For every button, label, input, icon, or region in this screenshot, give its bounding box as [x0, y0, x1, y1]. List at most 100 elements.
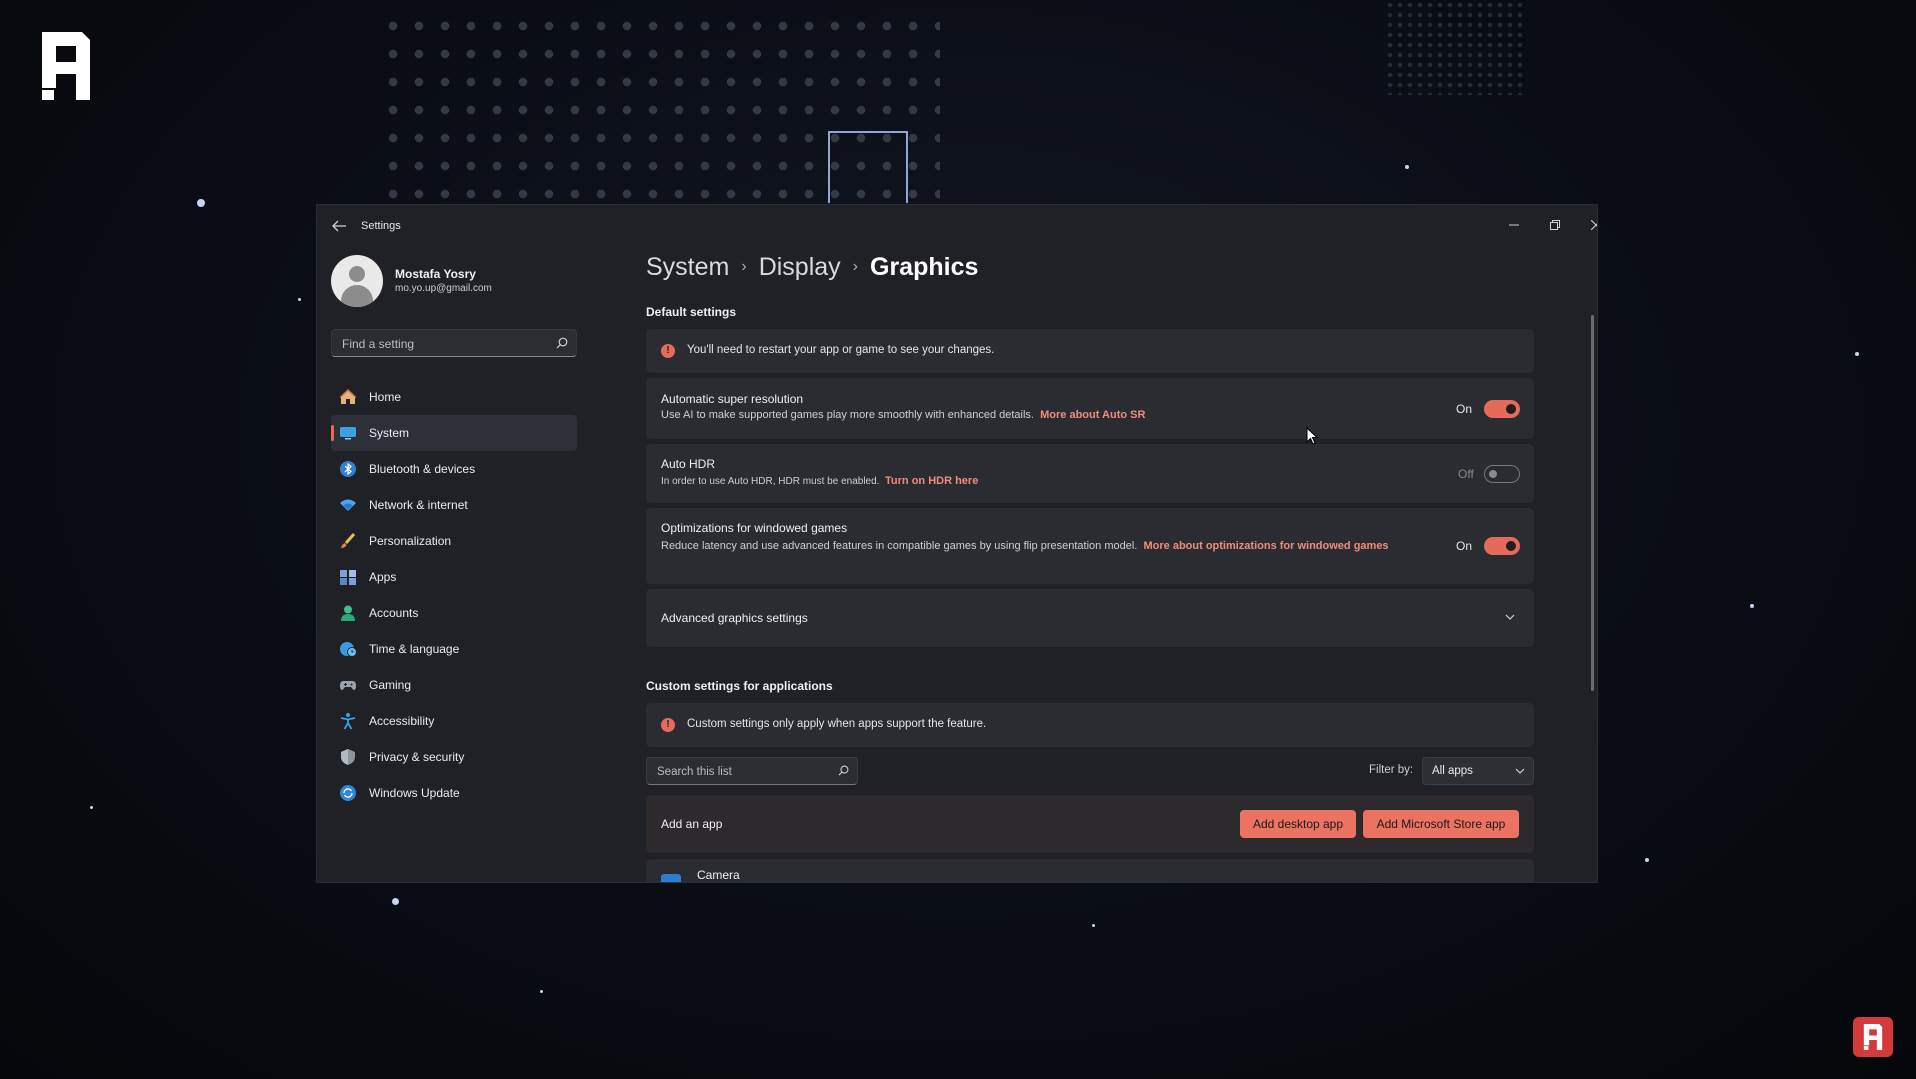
- shield-icon: [341, 749, 355, 765]
- windowed-games-state: On: [1456, 539, 1473, 553]
- restart-notice-text: You'll need to restart your app or game …: [687, 344, 995, 356]
- filter-value: All apps: [1432, 765, 1473, 777]
- auto-sr-title: Automatic super resolution: [661, 392, 804, 406]
- app-list-search-input[interactable]: [655, 763, 829, 781]
- windowed-games-toggle[interactable]: [1484, 537, 1520, 555]
- sidebar-item-label: Gaming: [369, 678, 412, 692]
- sidebar-item-privacy-security[interactable]: Privacy & security: [331, 739, 577, 775]
- breadcrumb-display[interactable]: Display: [759, 253, 841, 281]
- minimize-button[interactable]: [1494, 213, 1534, 239]
- accessibility-icon: [340, 713, 356, 730]
- windowed-games-title: Optimizations for windowed games: [661, 521, 848, 535]
- background-star: [1855, 352, 1859, 356]
- sidebar-item-windows-update[interactable]: Windows Update: [331, 775, 577, 811]
- auto-sr-toggle[interactable]: [1484, 400, 1520, 418]
- app-name: Camera: [697, 868, 740, 882]
- sidebar-item-accessibility[interactable]: Accessibility: [331, 703, 577, 739]
- sidebar-item-label: Windows Update: [369, 786, 460, 800]
- restore-icon: [1550, 220, 1560, 230]
- background-star: [392, 898, 399, 905]
- user-name: Mostafa Yosry: [395, 267, 476, 281]
- custom-settings-heading: Custom settings for applications: [646, 679, 833, 693]
- apps-icon: [340, 570, 356, 585]
- close-button[interactable]: [1576, 213, 1597, 239]
- arrow-left-icon: [332, 220, 346, 232]
- filter-dropdown[interactable]: All apps: [1422, 757, 1534, 785]
- title-bar: Settings: [317, 205, 1597, 247]
- auto-hdr-title: Auto HDR: [661, 457, 716, 471]
- brand-logo-icon: [1863, 1024, 1883, 1050]
- restore-button[interactable]: [1535, 213, 1575, 239]
- sidebar-item-gaming[interactable]: Gaming: [331, 667, 577, 703]
- update-icon: [340, 785, 356, 801]
- chevron-right-icon: ›: [741, 258, 747, 275]
- windowed-games-description: Reduce latency and use advanced features…: [661, 540, 1389, 552]
- breadcrumb: System › Display › Graphics: [646, 253, 978, 282]
- window-title: Settings: [361, 220, 401, 232]
- add-app-label: Add an app: [661, 817, 723, 831]
- sidebar-item-home[interactable]: Home: [331, 379, 577, 415]
- background-star: [1405, 165, 1409, 169]
- globe-clock-icon: [340, 642, 357, 657]
- advanced-graphics-title: Advanced graphics settings: [661, 611, 808, 625]
- search-icon: [838, 765, 849, 776]
- auto-hdr-toggle[interactable]: [1484, 465, 1520, 483]
- page-title: Graphics: [870, 253, 979, 281]
- home-icon: [339, 388, 357, 404]
- sidebar-item-network[interactable]: Network & internet: [331, 487, 577, 523]
- monitor-icon: [340, 427, 356, 440]
- sidebar-item-label: Privacy & security: [369, 750, 465, 764]
- auto-hdr-description: In order to use Auto HDR, HDR must be en…: [661, 475, 979, 487]
- mouse-cursor-icon: [1306, 427, 1318, 445]
- turn-on-hdr-link[interactable]: Turn on HDR here: [885, 475, 978, 487]
- back-button[interactable]: [331, 219, 351, 235]
- info-icon: !: [661, 344, 675, 358]
- sidebar-item-label: System: [369, 426, 410, 440]
- bluetooth-icon: [340, 461, 356, 477]
- scrollbar[interactable]: [1591, 315, 1594, 691]
- sidebar-item-label: Network & internet: [369, 498, 468, 512]
- background-star: [1750, 604, 1754, 608]
- app-list-item[interactable]: Camera: [646, 859, 1534, 882]
- sidebar-item-system[interactable]: System: [331, 415, 577, 451]
- auto-sr-link[interactable]: More about Auto SR: [1040, 409, 1145, 421]
- sidebar-item-label: Accessibility: [369, 714, 435, 728]
- custom-notice-text: Custom settings only apply when apps sup…: [687, 718, 987, 730]
- auto-sr-state: On: [1456, 402, 1473, 416]
- sidebar-item-time-language[interactable]: Time & language: [331, 631, 577, 667]
- advanced-graphics-card[interactable]: Advanced graphics settings: [646, 589, 1534, 647]
- info-icon: !: [661, 718, 675, 732]
- background-star: [197, 199, 205, 207]
- sidebar-item-personalization[interactable]: Personalization: [331, 523, 577, 559]
- settings-search-input[interactable]: [340, 335, 544, 353]
- background-star: [1645, 858, 1649, 862]
- auto-hdr-card: Auto HDR In order to use Auto HDR, HDR m…: [646, 444, 1534, 503]
- sidebar-nav: Home System Bluetooth & devices Network …: [331, 379, 577, 811]
- brand-logo-icon: [42, 32, 90, 100]
- minimize-icon: [1509, 224, 1519, 226]
- sidebar-item-label: Home: [369, 390, 402, 404]
- close-icon: [1590, 219, 1597, 231]
- background-star: [540, 990, 543, 993]
- sidebar-item-apps[interactable]: Apps: [331, 559, 577, 595]
- add-desktop-app-button[interactable]: Add desktop app: [1240, 810, 1356, 838]
- auto-sr-card: Automatic super resolution Use AI to mak…: [646, 378, 1534, 439]
- restart-notice-card: ! You'll need to restart your app or gam…: [646, 329, 1534, 373]
- custom-notice-card: ! Custom settings only apply when apps s…: [646, 703, 1534, 747]
- background-star: [90, 806, 93, 809]
- corner-brand-logo: [1853, 1017, 1893, 1057]
- user-email: mo.yo.up@gmail.com: [395, 283, 492, 294]
- app-list-search-box[interactable]: [646, 757, 858, 785]
- sidebar-item-accounts[interactable]: Accounts: [331, 595, 577, 631]
- background-star: [298, 298, 301, 301]
- settings-search-box[interactable]: [331, 329, 577, 357]
- add-store-app-button[interactable]: Add Microsoft Store app: [1363, 810, 1519, 838]
- breadcrumb-system[interactable]: System: [646, 253, 729, 281]
- chevron-down-icon[interactable]: [1505, 614, 1515, 621]
- brush-icon: [341, 533, 356, 548]
- chevron-right-icon: ›: [852, 258, 858, 275]
- sidebar-item-bluetooth[interactable]: Bluetooth & devices: [331, 451, 577, 487]
- windowed-games-link[interactable]: More about optimizations for windowed ga…: [1143, 540, 1388, 552]
- person-icon: [341, 605, 355, 621]
- avatar: [331, 255, 383, 307]
